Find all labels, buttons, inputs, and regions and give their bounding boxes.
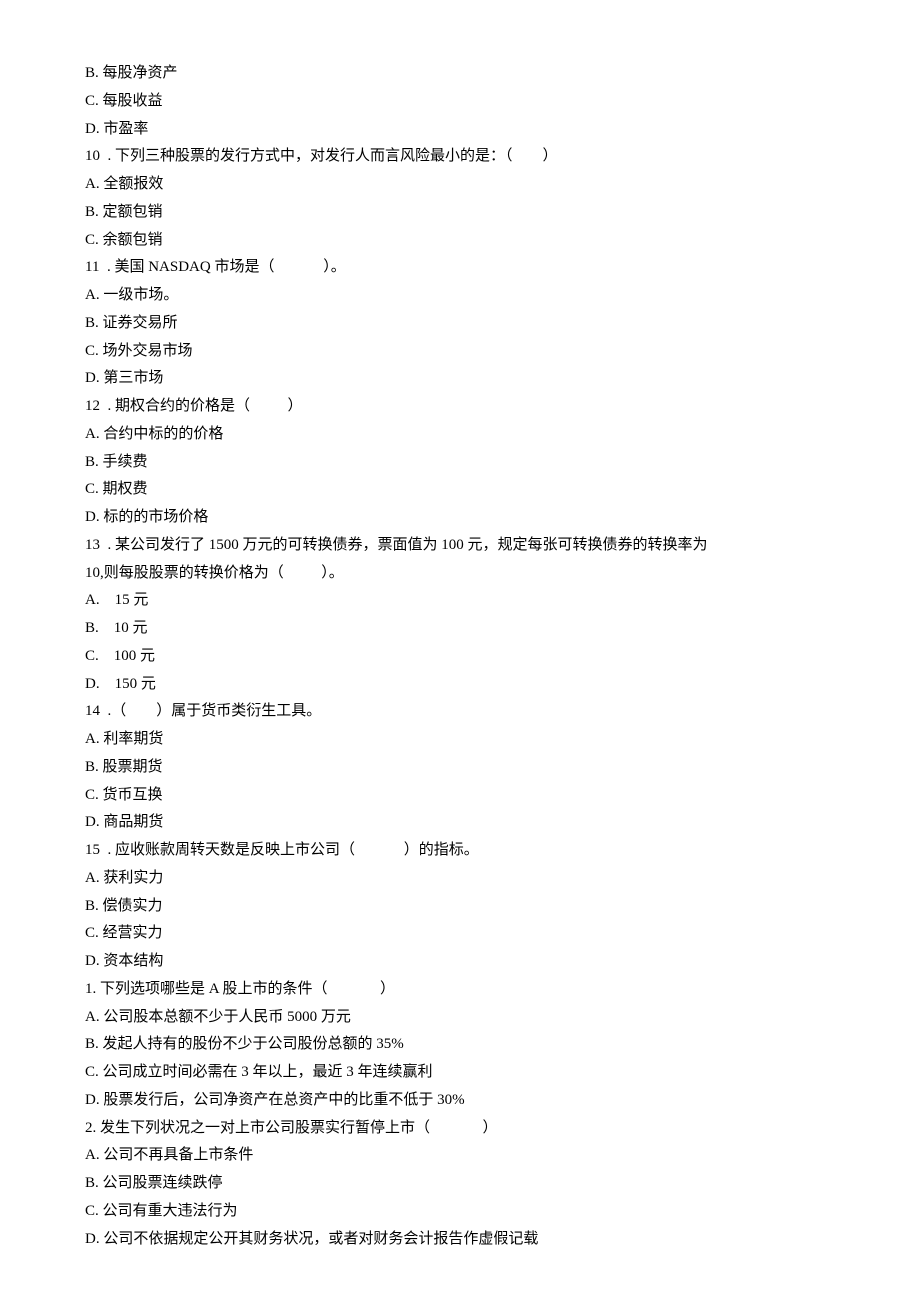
text-line: D. 第三市场 [85, 365, 835, 393]
text-line: A. 全额报效 [85, 171, 835, 199]
text-line: B. 10 元 [85, 615, 835, 643]
text-line: D. 股票发行后，公司净资产在总资产中的比重不低于 30% [85, 1087, 835, 1115]
text-line: D. 标的的市场价格 [85, 504, 835, 532]
text-line: B. 偿债实力 [85, 893, 835, 921]
text-line: 1. 下列选项哪些是 A 股上市的条件（ ） [85, 976, 835, 1004]
text-line: 12 . 期权合约的价格是（ ） [85, 393, 835, 421]
text-line: C. 公司有重大违法行为 [85, 1198, 835, 1226]
text-line: A. 获利实力 [85, 865, 835, 893]
text-line: D. 150 元 [85, 671, 835, 699]
text-line: C. 余额包销 [85, 227, 835, 255]
text-line: C. 100 元 [85, 643, 835, 671]
text-line: C. 期权费 [85, 476, 835, 504]
text-line: D. 商品期货 [85, 809, 835, 837]
text-line: 10 . 下列三种股票的发行方式中，对发行人而言风险最小的是：（ ） [85, 143, 835, 171]
text-line: A. 公司股本总额不少于人民币 5000 万元 [85, 1004, 835, 1032]
text-line: 10,则每股股票的转换价格为（ ）。 [85, 560, 835, 588]
text-line: C. 每股收益 [85, 88, 835, 116]
text-line: B. 每股净资产 [85, 60, 835, 88]
document-content: B. 每股净资产C. 每股收益D. 市盈率10 . 下列三种股票的发行方式中，对… [85, 60, 835, 1253]
text-line: A. 15 元 [85, 587, 835, 615]
text-line: A. 利率期货 [85, 726, 835, 754]
text-line: 2. 发生下列状况之一对上市公司股票实行暂停上市（ ） [85, 1115, 835, 1143]
text-line: C. 公司成立时间必需在 3 年以上，最近 3 年连续赢利 [85, 1059, 835, 1087]
text-line: B. 公司股票连续跌停 [85, 1170, 835, 1198]
text-line: B. 证券交易所 [85, 310, 835, 338]
text-line: C. 场外交易市场 [85, 338, 835, 366]
text-line: D. 资本结构 [85, 948, 835, 976]
text-line: A. 一级市场。 [85, 282, 835, 310]
text-line: B. 发起人持有的股份不少于公司股份总额的 35% [85, 1031, 835, 1059]
text-line: 15 . 应收账款周转天数是反映上市公司（ ）的指标。 [85, 837, 835, 865]
text-line: 11 . 美国 NASDAQ 市场是（ ）。 [85, 254, 835, 282]
text-line: B. 股票期货 [85, 754, 835, 782]
text-line: A. 合约中标的的价格 [85, 421, 835, 449]
text-line: 13 . 某公司发行了 1500 万元的可转换债券，票面值为 100 元，规定每… [85, 532, 835, 560]
text-line: 14 .（ ）属于货币类衍生工具。 [85, 698, 835, 726]
text-line: D. 市盈率 [85, 116, 835, 144]
text-line: A. 公司不再具备上市条件 [85, 1142, 835, 1170]
text-line: B. 定额包销 [85, 199, 835, 227]
text-line: C. 货币互换 [85, 782, 835, 810]
text-line: B. 手续费 [85, 449, 835, 477]
text-line: C. 经营实力 [85, 920, 835, 948]
text-line: D. 公司不依据规定公开其财务状况，或者对财务会计报告作虚假记载 [85, 1226, 835, 1254]
